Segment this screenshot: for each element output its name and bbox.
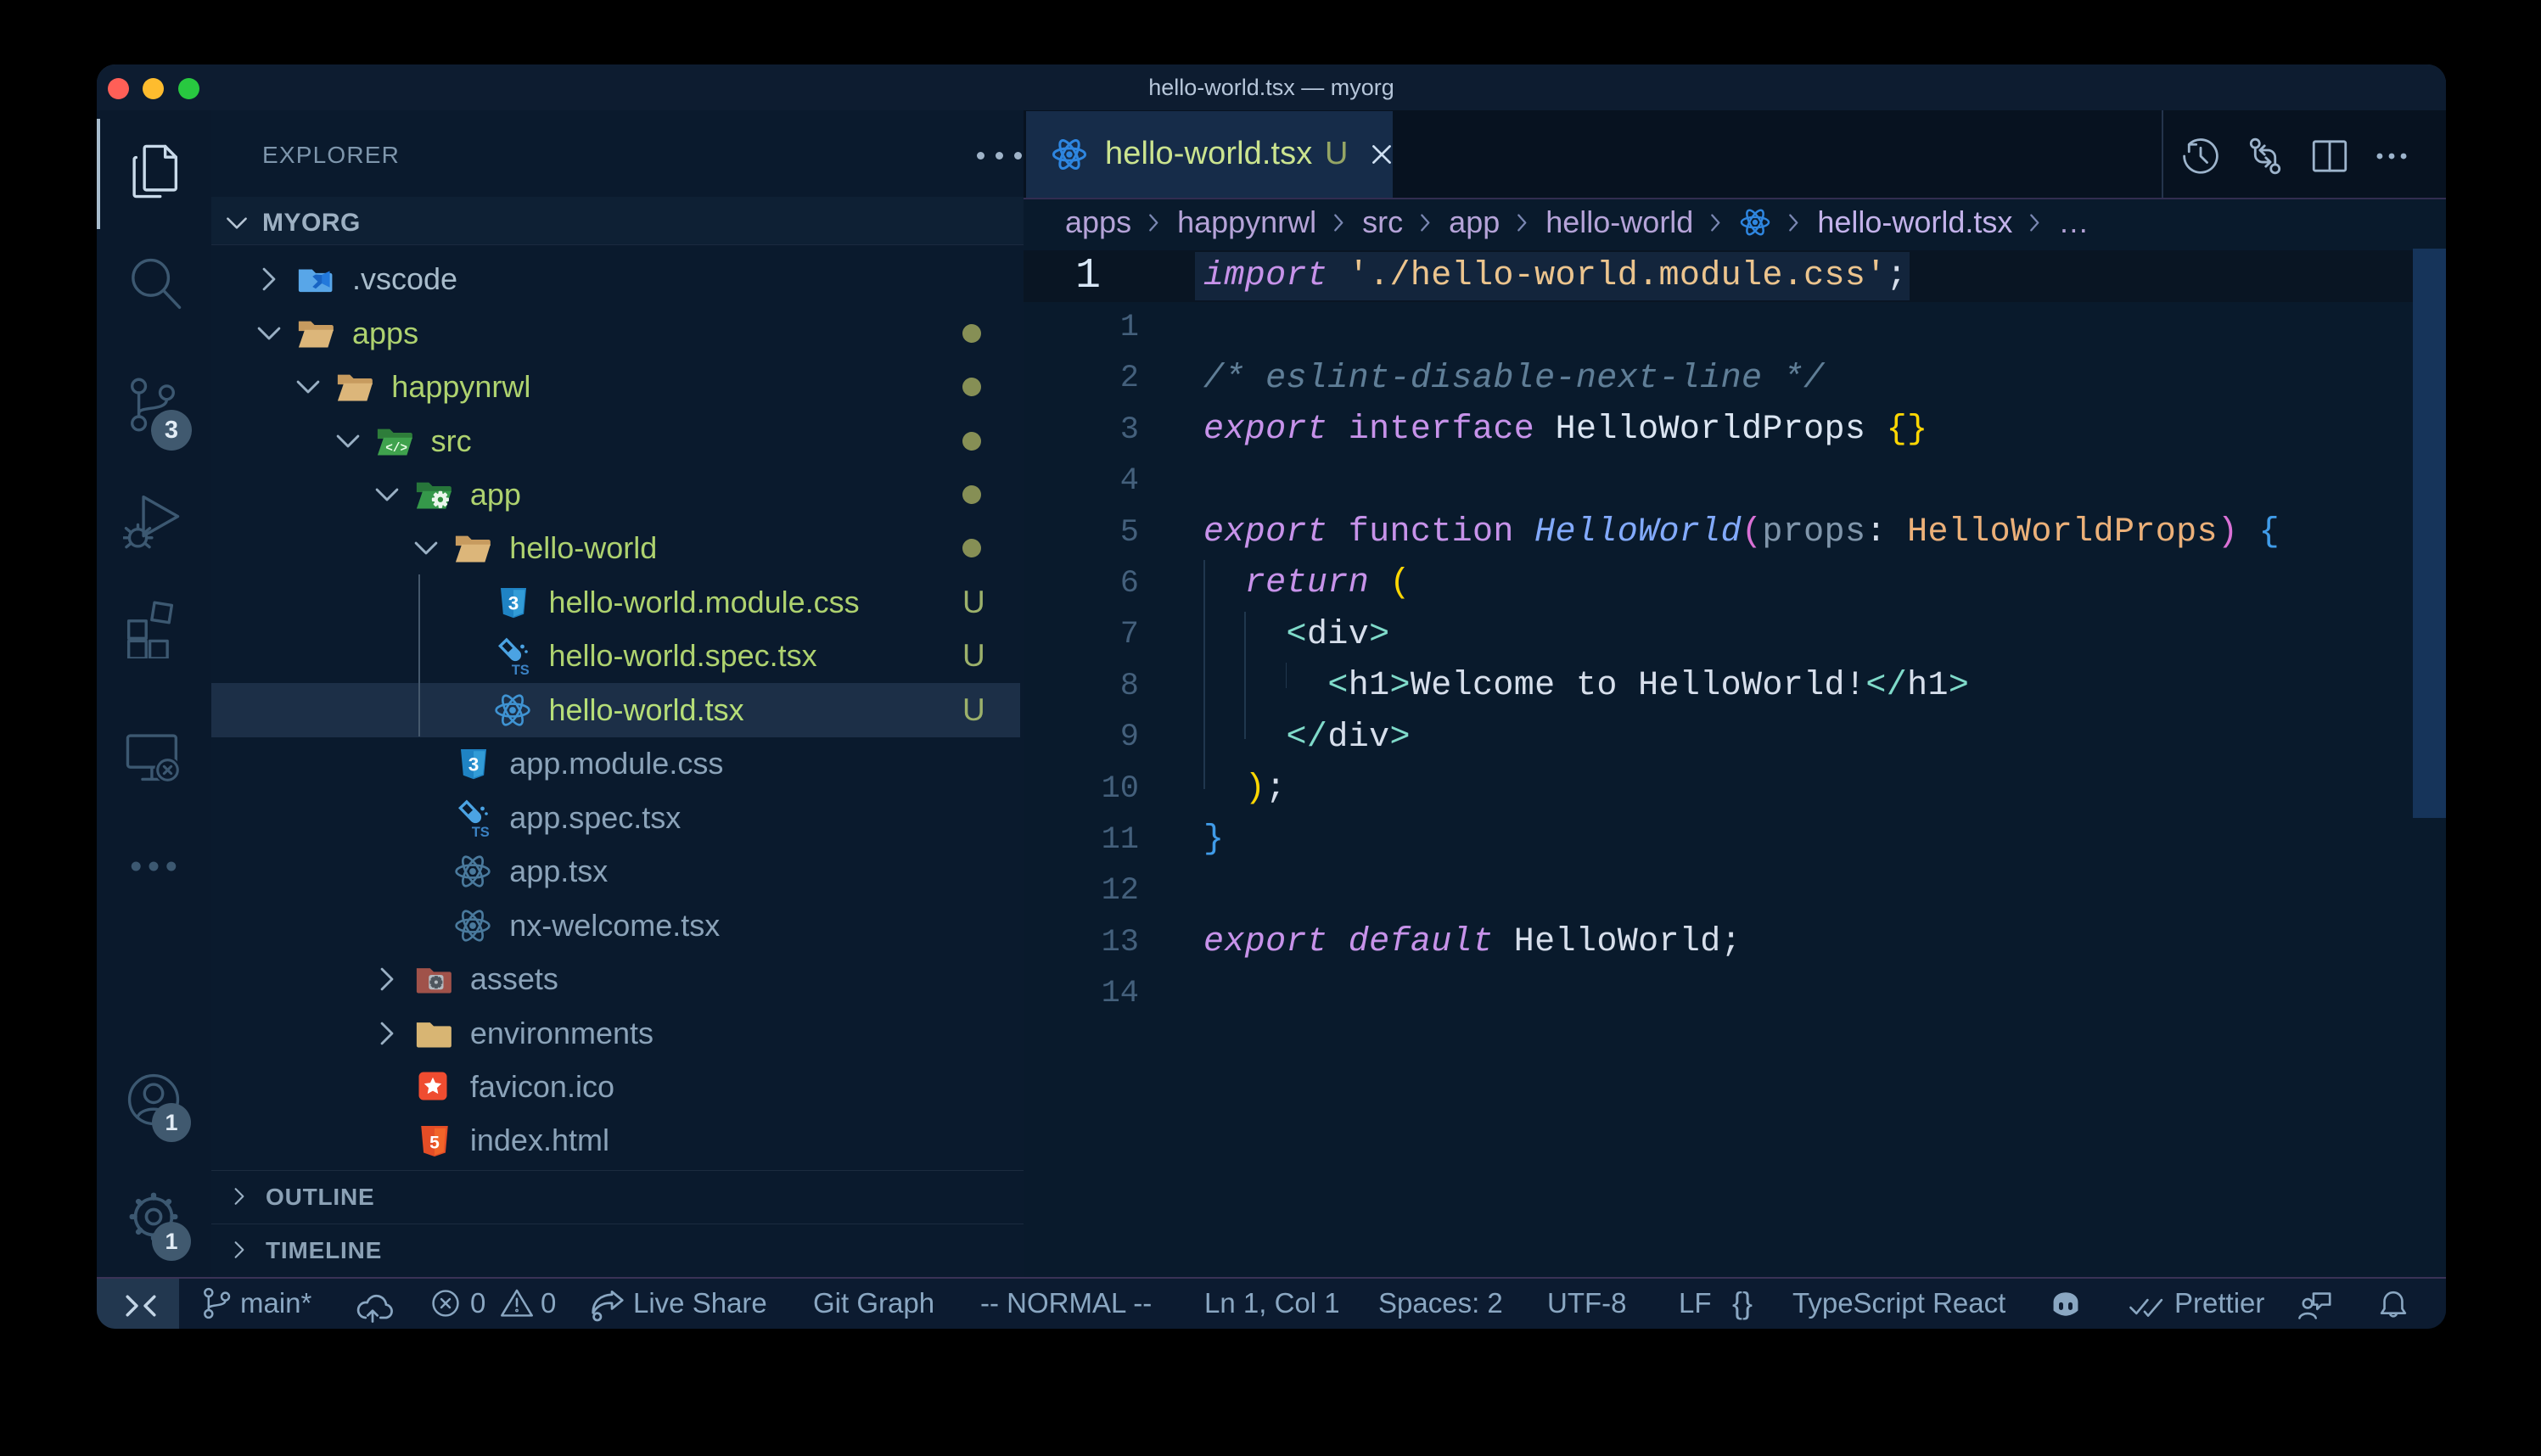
svg-text:TS: TS [511, 663, 529, 677]
svg-text:TS: TS [472, 825, 490, 839]
svg-text:5: 5 [429, 1134, 440, 1153]
svg-text:3: 3 [508, 592, 519, 613]
svg-text:</>: </> [385, 442, 407, 456]
svg-text:3: 3 [468, 754, 480, 776]
